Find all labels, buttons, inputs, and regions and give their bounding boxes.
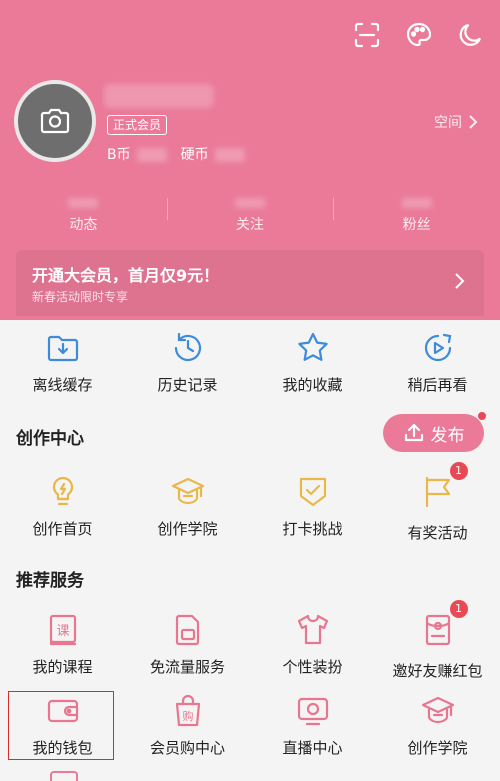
publish-button[interactable]: 发布 bbox=[383, 412, 486, 452]
vip-subtitle: 新春活动限时专享 bbox=[32, 290, 129, 304]
stats-row: 动态 关注 粉丝 bbox=[0, 196, 500, 236]
graduation-cap-icon bbox=[421, 696, 454, 724]
stat-followers[interactable]: 粉丝 bbox=[333, 196, 500, 236]
chevron-right-icon bbox=[469, 115, 478, 129]
play-later-icon bbox=[424, 333, 451, 362]
item-label: 会员购中心 bbox=[149, 739, 225, 757]
next-row-icon-peek bbox=[50, 771, 78, 781]
coin-row: B币 硬币 bbox=[107, 144, 245, 164]
upload-icon bbox=[404, 423, 423, 442]
quick-actions-row: 离线缓存 历史记录 我的收藏 稍后再看 bbox=[0, 330, 500, 395]
item-label: 稍后再看 bbox=[407, 376, 468, 394]
stat-label: 粉丝 bbox=[402, 217, 431, 233]
stat-label: 动态 bbox=[69, 217, 98, 233]
graduation-cap-icon bbox=[171, 477, 204, 505]
notification-dot bbox=[478, 412, 486, 420]
checkin-challenge-item[interactable]: 打卡挑战 bbox=[250, 474, 375, 543]
my-courses-item[interactable]: 课 我的课程 bbox=[0, 612, 125, 681]
badge-count: 1 bbox=[449, 462, 468, 480]
star-icon bbox=[297, 332, 328, 361]
item-label: 历史记录 bbox=[157, 376, 218, 394]
wallet-highlight-box bbox=[8, 691, 114, 760]
item-label: 打卡挑战 bbox=[282, 520, 343, 538]
reward-activity-item[interactable]: 1 有奖活动 bbox=[375, 462, 500, 543]
coin-label: 硬币 bbox=[181, 144, 245, 164]
item-label: 邀好友赚红包 bbox=[392, 662, 483, 680]
member-shop-item[interactable]: 购 会员购中心 bbox=[125, 693, 250, 758]
favorites-item[interactable]: 我的收藏 bbox=[250, 330, 375, 395]
download-folder-icon bbox=[47, 335, 78, 362]
profile-header: 正式会员 B币 硬币 空间 动态 关注 粉丝 开通大会员，首月仅9元！ 新春活动… bbox=[0, 0, 500, 320]
services-row-1: 课 我的课程 免流量服务 个性装扮 1 邀好友赚红包 bbox=[0, 600, 500, 681]
item-label: 我的收藏 bbox=[282, 376, 343, 394]
creation-home-item[interactable]: 创作首页 bbox=[0, 474, 125, 543]
item-label: 免流量服务 bbox=[149, 658, 225, 676]
badge-check-icon bbox=[299, 477, 326, 507]
shopping-bag-icon: 购 bbox=[175, 694, 200, 727]
scan-icon[interactable] bbox=[352, 20, 382, 50]
stat-dynamics[interactable]: 动态 bbox=[0, 196, 167, 236]
sim-card-icon bbox=[175, 614, 199, 646]
invite-friends-item[interactable]: 1 邀好友赚红包 bbox=[375, 600, 500, 681]
space-link-label: 空间 bbox=[434, 115, 462, 131]
icon-wrap: 1 bbox=[420, 600, 468, 652]
item-label: 创作学院 bbox=[157, 520, 218, 538]
section-title-services: 推荐服务 bbox=[16, 571, 84, 591]
top-toolbar bbox=[352, 20, 486, 50]
space-link[interactable]: 空间 bbox=[434, 112, 478, 132]
member-badge: 正式会员 bbox=[107, 115, 168, 135]
avatar[interactable] bbox=[14, 80, 96, 162]
publish-label: 发布 bbox=[430, 425, 465, 446]
item-label: 离线缓存 bbox=[32, 376, 93, 394]
item-label: 个性装扮 bbox=[282, 658, 343, 676]
chevron-right-icon bbox=[455, 273, 465, 289]
watch-later-item[interactable]: 稍后再看 bbox=[375, 330, 500, 395]
item-label: 创作首页 bbox=[32, 520, 93, 538]
palette-icon[interactable] bbox=[404, 20, 434, 50]
red-packet-icon bbox=[425, 614, 450, 646]
item-label: 有奖活动 bbox=[407, 524, 468, 542]
free-data-item[interactable]: 免流量服务 bbox=[125, 612, 250, 681]
item-label: 直播中心 bbox=[282, 739, 343, 757]
flag-icon bbox=[425, 476, 450, 508]
username-blurred bbox=[104, 84, 214, 108]
course-book-icon: 课 bbox=[49, 614, 76, 646]
stat-following[interactable]: 关注 bbox=[166, 196, 334, 236]
item-label: 创作学院 bbox=[407, 739, 468, 757]
creation-row: 创作首页 创作学院 打卡挑战 1 有奖活动 bbox=[0, 462, 500, 543]
icon-wrap: 1 bbox=[420, 462, 468, 514]
history-icon bbox=[174, 332, 201, 362]
moon-icon[interactable] bbox=[456, 20, 486, 50]
badge-count: 1 bbox=[449, 600, 468, 618]
section-title-creation: 创作中心 bbox=[16, 429, 84, 449]
svg-text:课: 课 bbox=[56, 624, 69, 639]
creation-academy-item[interactable]: 创作学院 bbox=[125, 474, 250, 543]
b-coin-label: B币 bbox=[107, 144, 167, 164]
history-item[interactable]: 历史记录 bbox=[125, 330, 250, 395]
bulb-icon bbox=[52, 476, 73, 506]
vip-title: 开通大会员，首月仅9元！ bbox=[32, 266, 220, 285]
offline-cache-item[interactable]: 离线缓存 bbox=[0, 330, 125, 395]
camera-icon bbox=[40, 108, 70, 134]
item-label: 我的课程 bbox=[32, 658, 93, 676]
svg-text:购: 购 bbox=[182, 709, 193, 723]
live-tv-icon bbox=[297, 697, 328, 726]
creation-academy-item-2[interactable]: 创作学院 bbox=[375, 693, 500, 758]
live-center-item[interactable]: 直播中心 bbox=[250, 693, 375, 758]
dress-up-item[interactable]: 个性装扮 bbox=[250, 612, 375, 681]
tshirt-icon bbox=[297, 614, 328, 645]
stat-label: 关注 bbox=[236, 217, 264, 233]
vip-banner[interactable]: 开通大会员，首月仅9元！ 新春活动限时专享 bbox=[16, 250, 484, 316]
